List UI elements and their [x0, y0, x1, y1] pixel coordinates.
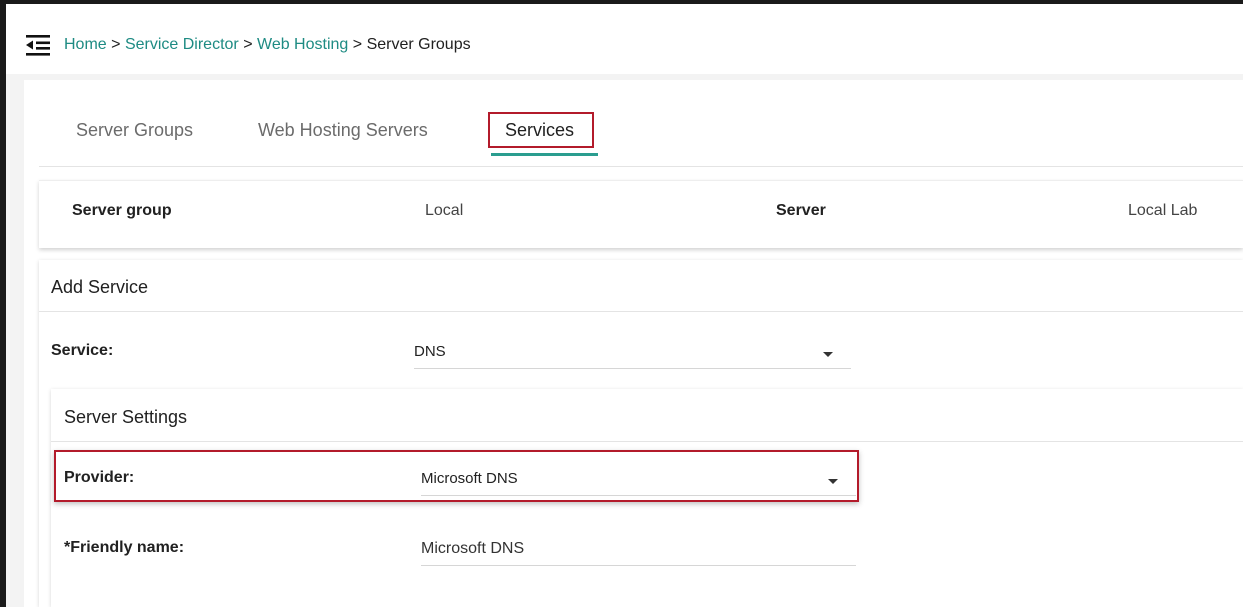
provider-label: Provider:: [64, 469, 135, 486]
provider-select[interactable]: Microsoft DNS: [421, 465, 856, 496]
service-label: Service:: [51, 342, 114, 359]
divider: [39, 311, 1243, 312]
breadcrumb-current: Server Groups: [366, 36, 471, 53]
server-settings-card: Server Settings Provider: Microsoft DNS …: [51, 389, 1243, 607]
breadcrumb-separator: >: [352, 36, 367, 53]
tab-bar: Server Groups Web Hosting Servers Servic…: [39, 88, 1243, 167]
friendly-name-value: Microsoft DNS: [421, 540, 525, 557]
caret-down-icon: [823, 352, 833, 357]
services-tab-highlight: [488, 112, 594, 148]
server-group-value: Local: [425, 202, 464, 219]
server-value: Local Lab: [1128, 202, 1198, 219]
caret-down-icon: [828, 479, 838, 484]
server-group-label: Server group: [72, 202, 172, 219]
friendly-name-input[interactable]: Microsoft DNS: [421, 535, 856, 566]
tab-server-groups[interactable]: Server Groups: [76, 120, 193, 141]
friendly-name-label: *Friendly name:: [64, 539, 185, 556]
breadcrumb: Home > Service Director > Web Hosting > …: [64, 35, 471, 55]
breadcrumb-web-hosting-link[interactable]: Web Hosting: [257, 36, 348, 53]
tab-web-hosting-servers[interactable]: Web Hosting Servers: [258, 120, 428, 141]
window-frame-left: [0, 0, 6, 607]
divider: [51, 441, 1243, 442]
breadcrumb-home-link[interactable]: Home: [64, 36, 107, 53]
server-settings-title: Server Settings: [64, 407, 188, 427]
active-tab-indicator: [491, 153, 598, 156]
collapse-menu-icon[interactable]: [26, 33, 52, 57]
server-info-card: Server group Local Server Local Lab: [39, 180, 1243, 248]
add-service-title: Add Service: [51, 277, 149, 297]
top-bar: Home > Service Director > Web Hosting > …: [6, 4, 1243, 74]
service-select[interactable]: DNS: [414, 338, 851, 369]
breadcrumb-separator: >: [111, 36, 125, 53]
server-label: Server: [776, 202, 826, 219]
provider-select-value: Microsoft DNS: [421, 470, 518, 487]
add-service-card: Add Service Service: DNS Server Settings…: [39, 260, 1243, 607]
breadcrumb-separator: >: [243, 36, 257, 53]
breadcrumb-service-director-link[interactable]: Service Director: [125, 36, 239, 53]
service-select-value: DNS: [414, 343, 446, 360]
